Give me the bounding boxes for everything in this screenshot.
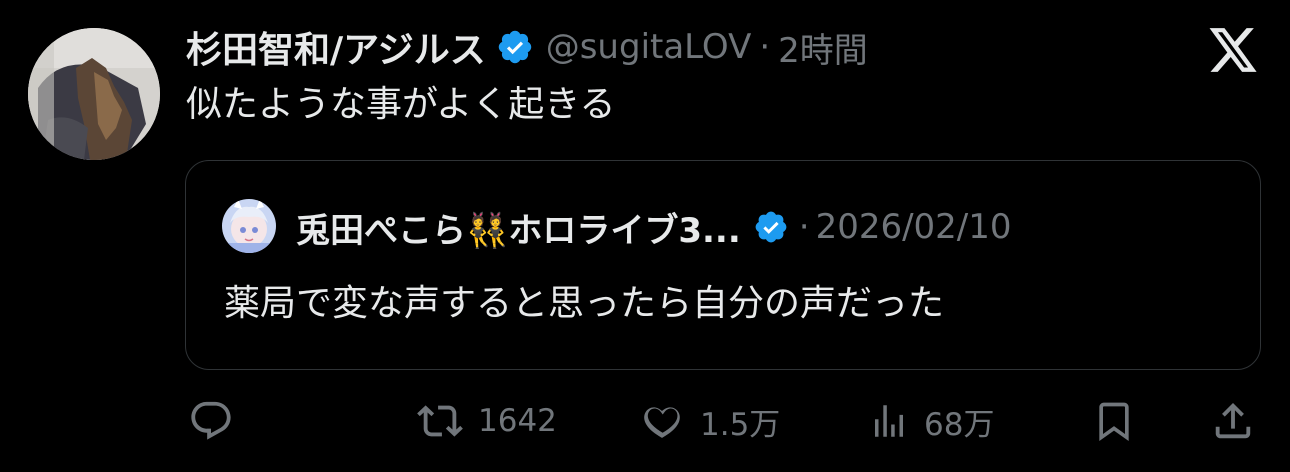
quoted-separator-dot: · xyxy=(798,207,810,247)
author-display-name[interactable]: 杉田智和/アジルス xyxy=(186,21,486,73)
views-button[interactable]: 68万 xyxy=(868,396,994,446)
share-icon xyxy=(1210,398,1256,444)
reply-icon xyxy=(188,398,234,444)
tweet-text: 似たような事がよく起きる xyxy=(186,84,616,125)
x-logo-icon[interactable] xyxy=(1206,26,1260,74)
author-handle[interactable]: @sugitaLOV xyxy=(546,27,752,67)
quoted-verified-badge-icon xyxy=(753,209,789,245)
quoted-tweet-header: 兎田ぺこら👯ホロライブ3... · 2026/02/10 xyxy=(296,203,1012,251)
retweet-button[interactable]: 1642 xyxy=(416,396,557,446)
author-avatar-image xyxy=(28,28,160,160)
quoted-tweet-text: 薬局で変な声すると思ったら自分の声だった xyxy=(224,283,945,324)
quoted-tweet-card[interactable]: 兎田ぺこら👯ホロライブ3... · 2026/02/10 薬局で変な声すると思っ… xyxy=(185,160,1261,370)
quoted-author-display-name[interactable]: 兎田ぺこら👯ホロライブ3... xyxy=(296,203,741,252)
retweet-count: 1642 xyxy=(478,403,557,439)
retweet-icon xyxy=(416,398,464,444)
like-count: 1.5万 xyxy=(700,406,781,443)
bookmark-icon xyxy=(1092,398,1136,444)
views-count: 68万 xyxy=(924,406,995,443)
verified-badge-icon xyxy=(496,28,534,66)
heart-icon xyxy=(638,398,686,444)
quoted-author-avatar-image xyxy=(222,199,276,253)
tweet-header: 杉田智和/アジルス @sugitaLOV · 2時間 xyxy=(186,22,868,72)
tweet-timestamp[interactable]: 2時間 xyxy=(778,23,868,72)
bookmark-button[interactable] xyxy=(1092,396,1136,446)
quoted-tweet-date[interactable]: 2026/02/10 xyxy=(816,207,1012,247)
author-avatar[interactable] xyxy=(28,28,160,160)
quoted-author-avatar[interactable] xyxy=(222,199,276,253)
like-button[interactable]: 1.5万 xyxy=(638,396,780,446)
share-button[interactable] xyxy=(1210,396,1256,446)
reply-button[interactable] xyxy=(188,396,234,446)
separator-dot: · xyxy=(759,27,771,67)
views-icon xyxy=(868,398,910,444)
